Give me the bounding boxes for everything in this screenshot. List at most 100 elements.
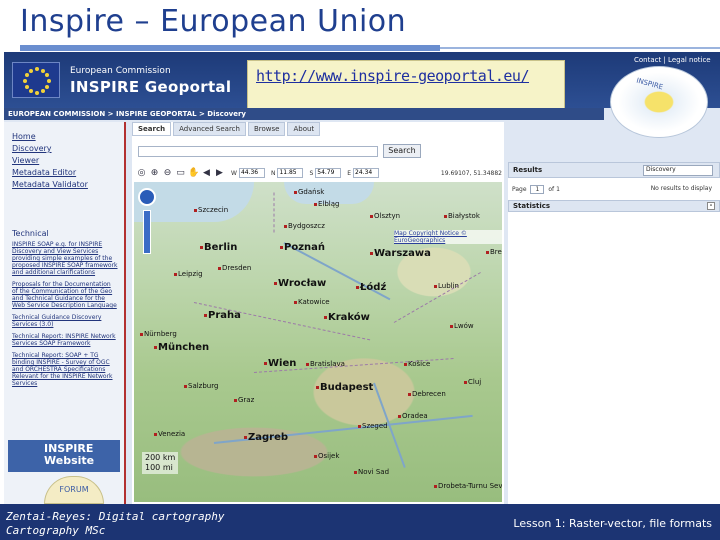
tab-search[interactable]: Search bbox=[132, 122, 172, 136]
sidebar-item-home[interactable]: Home bbox=[12, 132, 118, 141]
city-name: München bbox=[158, 342, 210, 353]
pan-hand-icon[interactable]: ✋ bbox=[188, 168, 199, 178]
city-name: Brest bbox=[490, 248, 502, 256]
map-city-label: Kraków bbox=[324, 312, 370, 323]
city-name: Košice bbox=[408, 360, 431, 368]
eu-star-icon bbox=[29, 68, 33, 73]
map-city-label: Košice bbox=[404, 360, 430, 368]
top-links[interactable]: Contact | Legal notice bbox=[634, 56, 711, 64]
slide: Inspire – European Union European Commis… bbox=[0, 0, 720, 540]
city-dot-icon bbox=[450, 324, 453, 328]
city-dot-icon bbox=[486, 250, 489, 254]
city-dot-icon bbox=[264, 361, 267, 365]
pan-control-icon[interactable] bbox=[138, 188, 156, 206]
back-arrow-icon[interactable]: ◀ bbox=[201, 168, 212, 178]
map-city-label: Szczecin bbox=[194, 206, 228, 214]
url-callout: http://www.inspire-geoportal.eu/ bbox=[247, 60, 565, 110]
forward-arrow-icon[interactable]: ▶ bbox=[214, 168, 225, 178]
zoom-box-icon[interactable]: ▭ bbox=[175, 168, 186, 178]
city-dot-icon bbox=[294, 300, 297, 304]
sidebar-item-viewer[interactable]: Viewer bbox=[12, 156, 118, 165]
technical-link[interactable]: Technical Report: SOAP + TG binding INSP… bbox=[12, 352, 118, 387]
zoom-out-icon[interactable]: ⊖ bbox=[162, 168, 173, 178]
city-dot-icon bbox=[154, 345, 157, 349]
city-dot-icon bbox=[154, 432, 157, 436]
map-city-label: Bydgoszcz bbox=[284, 222, 325, 230]
sidebar-item-metadata-validator[interactable]: Metadata Validator bbox=[12, 180, 118, 189]
forum-button[interactable]: FORUM bbox=[44, 476, 104, 504]
portal-url-link[interactable]: http://www.inspire-geoportal.eu/ bbox=[256, 67, 529, 85]
footer-course: Zentai-Reyes: Digital cartography Cartog… bbox=[6, 510, 225, 538]
map-city-label: Gdańsk bbox=[294, 188, 324, 196]
city-name: Budapest bbox=[320, 382, 374, 393]
city-name: Drobeta-Turnu Severin bbox=[438, 482, 502, 490]
page-label: Page bbox=[512, 186, 527, 193]
technical-link[interactable]: INSPIRE SOAP e.g. for INSPIRE Discovery … bbox=[12, 241, 118, 276]
technical-link[interactable]: Technical Guidance Discovery Services (3… bbox=[12, 314, 118, 328]
collapse-icon[interactable]: - bbox=[707, 202, 715, 210]
eu-star-icon bbox=[45, 85, 50, 89]
eu-star-icon bbox=[45, 73, 50, 77]
results-type-select[interactable]: Discovery bbox=[643, 165, 713, 176]
city-dot-icon bbox=[244, 435, 247, 439]
city-name: Białystok bbox=[448, 212, 480, 220]
city-dot-icon bbox=[398, 414, 401, 418]
coord-west-field[interactable]: 44.36 bbox=[238, 168, 265, 178]
tab-advanced-search[interactable]: Advanced Search bbox=[173, 122, 246, 136]
geoportal-screenshot: European Commission INSPIRE Geoportal ht… bbox=[4, 52, 720, 504]
technical-link[interactable]: Proposals for the Documentation of the C… bbox=[12, 281, 118, 309]
city-name: Wrocław bbox=[278, 278, 327, 289]
inspire-website-button[interactable]: INSPIRE Website bbox=[8, 440, 120, 472]
sidebar-item-discovery[interactable]: Discovery bbox=[12, 144, 118, 153]
map-city-label: München bbox=[154, 342, 209, 353]
city-dot-icon bbox=[404, 362, 407, 366]
coord-south-field[interactable]: 54.79 bbox=[315, 168, 342, 178]
footer-program: Cartography MSc bbox=[6, 524, 106, 537]
city-dot-icon bbox=[354, 470, 357, 474]
eu-star-icon bbox=[41, 89, 45, 94]
map-city-label: Praha bbox=[204, 310, 241, 321]
sidebar-item-metadata-editor[interactable]: Metadata Editor bbox=[12, 168, 118, 177]
city-dot-icon bbox=[280, 245, 283, 249]
results-panel: Results Discovery Page 1 of 1 No results… bbox=[508, 162, 720, 504]
map-city-label: Osijek bbox=[314, 452, 339, 460]
page-input[interactable]: 1 bbox=[530, 185, 545, 194]
city-name: Venezia bbox=[158, 430, 186, 438]
search-input[interactable] bbox=[138, 146, 378, 157]
slide-title: Inspire – European Union bbox=[20, 4, 407, 39]
technical-heading: Technical bbox=[12, 229, 49, 238]
coord-north-field[interactable]: 11.85 bbox=[277, 168, 304, 178]
map-city-label: Graz bbox=[234, 396, 254, 404]
city-dot-icon bbox=[184, 384, 187, 388]
city-dot-icon bbox=[356, 285, 359, 289]
tab-browse[interactable]: Browse bbox=[247, 122, 286, 136]
map-city-label: Brest bbox=[486, 248, 502, 256]
city-name: Osijek bbox=[318, 452, 340, 460]
coord-east-field[interactable]: 24.34 bbox=[353, 168, 380, 178]
city-name: Łódź bbox=[360, 282, 387, 293]
map-city-label: Łódź bbox=[356, 282, 386, 293]
map-view[interactable]: Map Copyright Notice © EuroGeographics 2… bbox=[134, 182, 502, 502]
technical-link[interactable]: Technical Report: INSPIRE Network Servic… bbox=[12, 333, 118, 347]
zoom-in-icon[interactable]: ⊕ bbox=[149, 168, 160, 178]
city-dot-icon bbox=[370, 214, 373, 218]
city-name: Lublin bbox=[438, 282, 459, 290]
map-city-label: Drobeta-Turnu Severin bbox=[434, 482, 502, 490]
search-button[interactable]: Search bbox=[383, 144, 421, 158]
tab-about[interactable]: About bbox=[287, 122, 321, 136]
technical-section: Technical INSPIRE SOAP e.g. for INSPIRE … bbox=[12, 230, 118, 392]
city-name: Zagreb bbox=[248, 432, 289, 443]
map-city-label: Dresden bbox=[218, 264, 251, 272]
globe-icon[interactable]: ◎ bbox=[136, 168, 147, 178]
city-name: Olsztyn bbox=[374, 212, 401, 220]
map-city-label: Lwów bbox=[450, 322, 474, 330]
city-dot-icon bbox=[434, 284, 437, 288]
statistics-header[interactable]: Statistics - bbox=[508, 200, 720, 212]
map-scale-bar: 200 km 100 mi bbox=[142, 452, 179, 474]
city-name: Lwów bbox=[454, 322, 474, 330]
city-dot-icon bbox=[194, 208, 197, 212]
sidebar-nav: Home Discovery Viewer Metadata Editor Me… bbox=[4, 122, 124, 189]
map-copyright-link[interactable]: Map Copyright Notice © EuroGeographics bbox=[394, 230, 502, 244]
zoom-slider[interactable] bbox=[143, 210, 151, 254]
map-city-label: Leipzig bbox=[174, 270, 203, 278]
